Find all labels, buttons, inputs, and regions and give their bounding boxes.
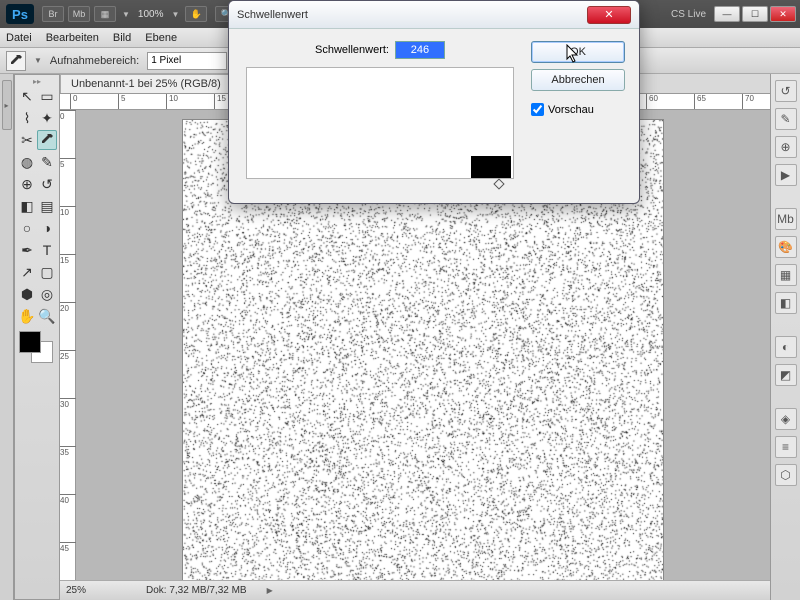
hand-tool[interactable]: ✋ bbox=[17, 306, 37, 326]
menu-layer[interactable]: Ebene bbox=[145, 32, 177, 44]
eraser-tool[interactable]: ◧ bbox=[17, 196, 37, 216]
info-chevron-icon[interactable]: ▶ bbox=[267, 586, 273, 595]
magic-wand-tool[interactable]: ✦ bbox=[37, 108, 57, 128]
history-panel-icon[interactable]: ↺ bbox=[775, 80, 797, 102]
move-tool[interactable]: ↖ bbox=[17, 86, 37, 106]
close-button[interactable]: ✕ bbox=[770, 6, 796, 22]
tools-panel: ▸▸ ↖ ▭ ⌇ ✦ ✂ ◍ ✎ ⊕ ↺ ◧ ▤ ○ ◑ ✒ T ↗ ▢ ⬢ ◎… bbox=[14, 74, 60, 600]
preview-checkbox-input[interactable] bbox=[531, 103, 544, 116]
ruler-vertical[interactable]: 0510152025303540455055 bbox=[60, 110, 76, 580]
ok-button[interactable]: OK bbox=[531, 41, 625, 63]
marquee-tool[interactable]: ▭ bbox=[37, 86, 57, 106]
zoom-value[interactable]: 25% bbox=[66, 585, 126, 596]
shape-tool[interactable]: ▢ bbox=[37, 262, 57, 282]
eyedropper-tool[interactable] bbox=[37, 130, 57, 150]
dialog-title: Schwellenwert bbox=[237, 9, 587, 21]
minimize-button[interactable]: — bbox=[714, 6, 740, 22]
threshold-input[interactable] bbox=[395, 41, 445, 59]
threshold-slider[interactable] bbox=[493, 178, 504, 189]
history-brush-tool[interactable]: ↺ bbox=[37, 174, 57, 194]
pen-tool[interactable]: ✒ bbox=[17, 240, 37, 260]
layers-panel-icon[interactable]: ◈ bbox=[775, 408, 797, 430]
menu-edit[interactable]: Bearbeiten bbox=[46, 32, 99, 44]
brush-tool[interactable]: ✎ bbox=[37, 152, 57, 172]
adjustments-panel-icon[interactable]: ◐ bbox=[775, 336, 797, 358]
minibridge-panel-icon[interactable]: Mb bbox=[775, 208, 797, 230]
document-tab[interactable]: Unbenannt-1 bei 25% (RGB/8) bbox=[60, 74, 232, 93]
cs-live-button[interactable]: CS Live bbox=[671, 9, 706, 20]
color-swatches[interactable] bbox=[17, 331, 57, 363]
minibridge-launch-button[interactable]: Mb bbox=[68, 6, 90, 22]
sample-size-select[interactable] bbox=[147, 52, 227, 70]
3d-tool[interactable]: ⬢ bbox=[17, 284, 37, 304]
actions-panel-icon[interactable]: ▶ bbox=[775, 164, 797, 186]
cancel-button[interactable]: Abbrechen bbox=[531, 69, 625, 91]
foreground-swatch[interactable] bbox=[19, 331, 41, 353]
eyedropper-icon[interactable] bbox=[6, 51, 26, 71]
hand-tool-button[interactable]: ✋ bbox=[185, 6, 207, 22]
preview-checkbox[interactable]: Vorschau bbox=[531, 103, 625, 116]
brush-panel-icon[interactable]: ✎ bbox=[775, 108, 797, 130]
threshold-dialog: Schwellenwert ✕ Schwellenwert: OK Abbrec… bbox=[228, 0, 640, 204]
spot-heal-tool[interactable]: ◍ bbox=[17, 152, 37, 172]
3d-camera-tool[interactable]: ◎ bbox=[37, 284, 57, 304]
path-select-tool[interactable]: ↗ bbox=[17, 262, 37, 282]
tools-collapse-handle[interactable]: ▸▸ bbox=[17, 77, 57, 85]
threshold-label: Schwellenwert: bbox=[315, 44, 389, 56]
paths-panel-icon[interactable]: ⬡ bbox=[775, 464, 797, 486]
menu-file[interactable]: Datei bbox=[6, 32, 32, 44]
menu-image[interactable]: Bild bbox=[113, 32, 131, 44]
zoom-tool[interactable]: 🔍 bbox=[37, 306, 57, 326]
color-panel-icon[interactable]: 🎨 bbox=[775, 236, 797, 258]
preview-label: Vorschau bbox=[548, 104, 594, 116]
photoshop-logo: Ps bbox=[6, 4, 34, 24]
sample-size-label: Aufnahmebereich: bbox=[50, 55, 139, 67]
zoom-display[interactable]: 100% bbox=[138, 9, 164, 20]
reveal-left-icon[interactable]: ▸ bbox=[2, 80, 12, 130]
doc-size-info: Dok: 7,32 MB/7,32 MB bbox=[146, 585, 247, 596]
swatches-panel-icon[interactable]: ▦ bbox=[775, 264, 797, 286]
histogram-display bbox=[246, 67, 514, 179]
chevron-down-icon: ▼ bbox=[172, 10, 180, 19]
gradient-tool[interactable]: ▤ bbox=[37, 196, 57, 216]
channels-panel-icon[interactable]: ≡ bbox=[775, 436, 797, 458]
crop-tool[interactable]: ✂ bbox=[17, 130, 37, 150]
maximize-button[interactable]: ☐ bbox=[742, 6, 768, 22]
status-bar: 25% Dok: 7,32 MB/7,32 MB ▶ bbox=[60, 580, 770, 600]
clone-panel-icon[interactable]: ⊕ bbox=[775, 136, 797, 158]
view-extras-button[interactable]: ▦ bbox=[94, 6, 116, 22]
styles-panel-icon[interactable]: ◧ bbox=[775, 292, 797, 314]
blur-tool[interactable]: ○ bbox=[17, 218, 37, 238]
chevron-down-icon: ▼ bbox=[122, 10, 130, 19]
histogram-bars bbox=[471, 156, 511, 178]
lasso-tool[interactable]: ⌇ bbox=[17, 108, 37, 128]
clone-tool[interactable]: ⊕ bbox=[17, 174, 37, 194]
bridge-launch-button[interactable]: Br bbox=[42, 6, 64, 22]
dodge-tool[interactable]: ◑ bbox=[37, 218, 57, 238]
left-collapse-edge[interactable]: ▸ bbox=[0, 74, 14, 600]
right-panels: ↺ ✎ ⊕ ▶ Mb 🎨 ▦ ◧ ◐ ◩ ◈ ≡ ⬡ bbox=[770, 74, 800, 600]
chevron-down-icon: ▼ bbox=[34, 56, 42, 65]
dialog-titlebar[interactable]: Schwellenwert ✕ bbox=[229, 1, 639, 29]
masks-panel-icon[interactable]: ◩ bbox=[775, 364, 797, 386]
type-tool[interactable]: T bbox=[37, 240, 57, 260]
dialog-close-button[interactable]: ✕ bbox=[587, 6, 631, 24]
